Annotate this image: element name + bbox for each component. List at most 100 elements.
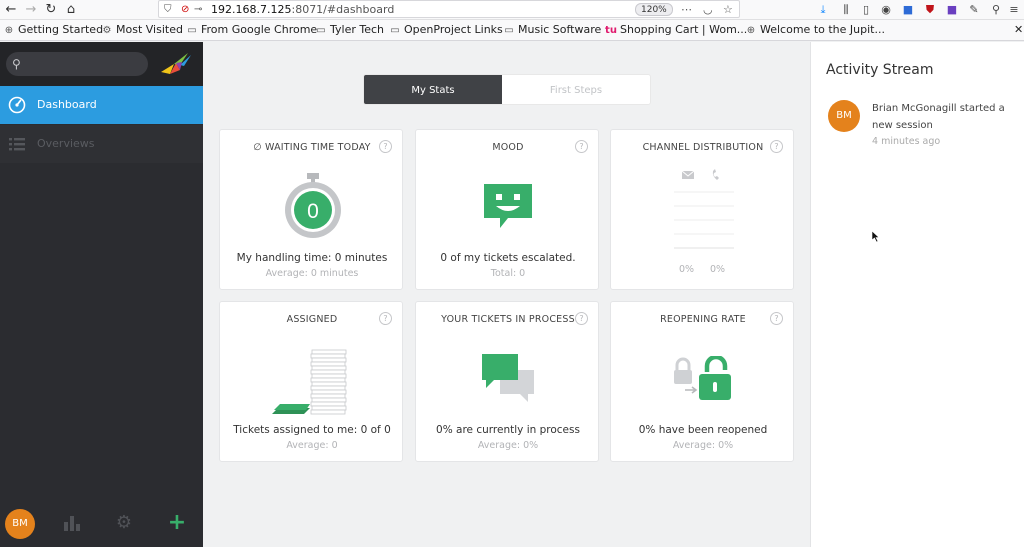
- help-icon[interactable]: ?: [379, 312, 392, 325]
- activity-avatar[interactable]: BM: [828, 100, 860, 132]
- help-icon[interactable]: ?: [575, 312, 588, 325]
- gear-icon: ⚙: [102, 25, 112, 36]
- zammad-logo-icon[interactable]: [158, 50, 192, 80]
- dashboard-icon: [8, 96, 26, 114]
- folder-icon: ▭: [187, 25, 197, 36]
- bookmark-most-visited[interactable]: ⚙ Most Visited: [101, 23, 183, 38]
- card-title: CHANNEL DISTRIBUTION: [642, 142, 764, 153]
- bookmark-openproject-links[interactable]: ▭ OpenProject Links: [389, 23, 503, 38]
- bookmark-music-software[interactable]: ▭ Music Software: [503, 23, 601, 38]
- download-icon[interactable]: ⤓: [815, 2, 831, 18]
- folder-icon: ▭: [316, 25, 326, 36]
- bookmark-label: Shopping Cart | Wom...: [620, 23, 748, 36]
- card-title: REOPENING RATE: [660, 314, 746, 325]
- globe-icon: ⊕: [746, 25, 756, 36]
- bookmark-label: Welcome to the Jupit...: [760, 23, 885, 36]
- library-icon[interactable]: ⫼: [838, 2, 854, 18]
- percent-phone: 0%: [710, 264, 726, 275]
- sidebar-item-overviews[interactable]: Overviews: [0, 125, 203, 163]
- url-host: 192.168.7.125: [211, 3, 292, 16]
- sidebar-item-label: Overviews: [37, 137, 95, 150]
- url-text[interactable]: 192.168.7.125:8071/#dashboard: [211, 2, 394, 17]
- bookmarks-overflow-icon[interactable]: ✕: [1014, 23, 1023, 37]
- card-title: YOUR TICKETS IN PROCESS: [441, 314, 575, 325]
- stat-card-reopening-rate: REOPENING RATE ? 0% have been reopened A…: [610, 301, 794, 462]
- extension-4-icon[interactable]: ⚲: [988, 2, 1004, 18]
- key-icon: ⊸: [194, 4, 203, 15]
- stat-card-channel-distribution: CHANNEL DISTRIBUTION ? 0% 0%: [610, 129, 794, 290]
- reload-icon[interactable]: ↻: [42, 1, 60, 19]
- ublock-icon[interactable]: ⛊: [922, 2, 938, 18]
- forward-icon[interactable]: →: [22, 1, 40, 19]
- search-input[interactable]: [30, 55, 140, 73]
- tab-first-steps[interactable]: First Steps: [502, 75, 650, 104]
- card-value: 0% are currently in process: [436, 424, 580, 436]
- address-bar[interactable]: ⛉ ⊘ ⊸ 192.168.7.125:8071/#dashboard 120%…: [158, 0, 740, 18]
- extension-icon[interactable]: ■: [900, 2, 916, 18]
- menu-icon[interactable]: ≡: [1006, 2, 1022, 18]
- stopwatch-icon: 0: [285, 173, 341, 238]
- card-sub: Total: 0: [490, 268, 526, 279]
- sidebar-header: ⚲: [0, 42, 203, 86]
- back-icon[interactable]: ←: [2, 1, 20, 19]
- card-title: MOOD: [492, 142, 524, 153]
- browser-toolbar: ← → ↻ ⌂ ⛉ ⊘ ⊸ 192.168.7.125:8071/#dashbo…: [0, 0, 1024, 20]
- stat-card-assigned: ASSIGNED ? Tickets assigned to me: 0 of …: [219, 301, 403, 462]
- bookmark-label: Most Visited: [116, 23, 183, 36]
- card-title: ∅ WAITING TIME TODAY: [253, 142, 371, 153]
- card-value: My handling time: 0 minutes: [236, 252, 388, 264]
- help-icon[interactable]: ?: [770, 140, 783, 153]
- channel-chart: [674, 169, 734, 249]
- lock-open-icon: [674, 356, 731, 400]
- pocket-icon[interactable]: ◡: [703, 2, 713, 17]
- bookmark-label: OpenProject Links: [404, 23, 503, 36]
- sidebar-footer: BM ⚙ +: [0, 507, 203, 547]
- search-box[interactable]: ⚲: [6, 52, 148, 76]
- help-icon[interactable]: ?: [379, 140, 392, 153]
- phone-icon: [712, 169, 719, 180]
- bookmark-getting-started[interactable]: ⊕ Getting Started: [3, 23, 103, 38]
- activity-item-text[interactable]: Brian McGonagill started a new session: [872, 100, 1020, 134]
- bookmark-label: Music Software: [518, 23, 602, 36]
- extension-3-icon[interactable]: ✎: [966, 2, 982, 18]
- sidebar-toggle-icon[interactable]: ▯: [858, 2, 874, 18]
- card-sub: Average: 0: [286, 440, 338, 451]
- card-value: Tickets assigned to me: 0 of 0: [233, 424, 391, 436]
- home-icon[interactable]: ⌂: [62, 1, 80, 19]
- help-icon[interactable]: ?: [770, 312, 783, 325]
- paper-stack-icon: [272, 349, 347, 415]
- avatar[interactable]: BM: [5, 509, 35, 539]
- folder-icon: ▭: [504, 25, 514, 36]
- url-path: :8071/#dashboard: [291, 3, 395, 16]
- list-icon: [9, 138, 25, 151]
- settings-gear-icon[interactable]: ⚙: [114, 513, 134, 533]
- bookmark-label: From Google Chrome: [201, 23, 318, 36]
- activity-title: Activity Stream: [826, 62, 934, 78]
- bookmark-tyler-tech[interactable]: ▭ Tyler Tech: [315, 23, 384, 38]
- dashboard-main: My Stats First Steps ∅ WAITING TIME TODA…: [203, 42, 810, 547]
- reports-icon[interactable]: [62, 513, 82, 533]
- bookmark-star-icon[interactable]: ☆: [723, 2, 733, 17]
- extension-2-icon[interactable]: ■: [944, 2, 960, 18]
- shield-icon[interactable]: ⛉: [164, 2, 172, 17]
- bookmark-from-google-chrome[interactable]: ▭ From Google Chrome: [186, 23, 317, 38]
- page-actions-icon[interactable]: ⋯: [681, 2, 692, 17]
- sidebar-item-dashboard[interactable]: Dashboard: [0, 86, 203, 124]
- percent-email: 0%: [679, 264, 695, 275]
- tab-my-stats[interactable]: My Stats: [364, 75, 502, 104]
- card-value: 0 of my tickets escalated.: [440, 252, 576, 264]
- account-icon[interactable]: ◉: [878, 2, 894, 18]
- bookmark-shopping-cart[interactable]: tu Shopping Cart | Wom...: [605, 23, 747, 38]
- folder-icon: ▭: [390, 25, 400, 36]
- card-value: 0% have been reopened: [638, 424, 768, 436]
- card-sub: Average: 0%: [477, 440, 539, 451]
- bookmarks-bar: ⊕ Getting Started ⚙ Most Visited ▭ From Goo…: [0, 20, 1024, 41]
- bookmark-jupiter[interactable]: ⊕ Welcome to the Jupit...: [745, 23, 885, 38]
- activity-stream: Activity Stream BM Brian McGonagill star…: [810, 42, 1024, 547]
- zoom-level[interactable]: 120%: [635, 3, 673, 16]
- help-icon[interactable]: ?: [575, 140, 588, 153]
- insecure-lock-icon[interactable]: ⊘: [181, 2, 189, 17]
- stat-card-waiting-time: ∅ WAITING TIME TODAY ? 0 My handling tim…: [219, 129, 403, 290]
- stopwatch-number: 0: [307, 200, 319, 223]
- new-ticket-plus-icon[interactable]: +: [167, 512, 187, 534]
